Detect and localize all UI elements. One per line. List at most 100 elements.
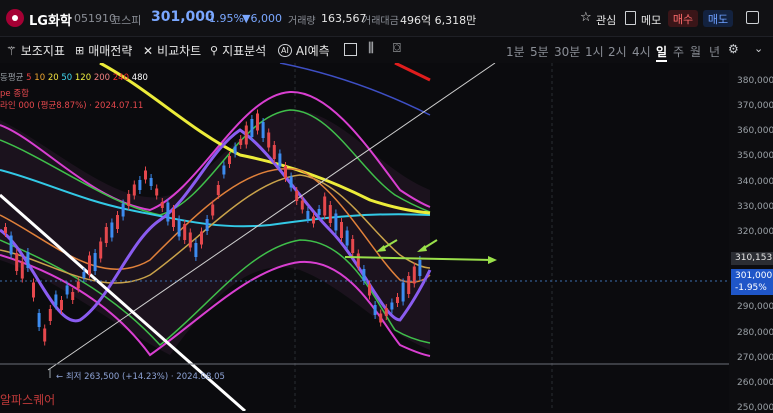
candle-body (233, 146, 237, 154)
candle-body (289, 176, 293, 188)
candle-body (300, 200, 304, 210)
candle-body (418, 260, 422, 276)
candle-body (334, 213, 338, 231)
candle-body (88, 255, 91, 275)
watermark: 알파스퀘어 (0, 393, 56, 407)
candle-body (9, 235, 13, 255)
price-tick: 270,000 (737, 352, 773, 363)
price-tick: 370,000 (737, 101, 773, 112)
candle-body (48, 309, 52, 321)
candle-body (177, 219, 181, 237)
candle-body (205, 219, 209, 231)
candle-body (317, 209, 321, 215)
candle-body (284, 166, 287, 178)
candle-body (155, 188, 159, 196)
price-tick: 250,000 (737, 402, 773, 413)
candle-body (216, 185, 220, 195)
candle-body (323, 196, 327, 216)
candle-body (306, 211, 310, 219)
candle-body (351, 239, 355, 253)
candle-body (401, 282, 405, 302)
candle-body (93, 253, 97, 271)
candle-body (328, 205, 332, 223)
current-price-tag-value: 301,000 (735, 271, 773, 281)
price-tick: 320,000 (737, 226, 773, 237)
current-price-tag: 301,000 -1.95% (731, 269, 773, 295)
candle-body (116, 215, 119, 229)
candle-body (4, 227, 7, 233)
candle-body (256, 113, 259, 131)
candle-body (54, 294, 58, 306)
candle-body (82, 272, 86, 278)
candle-body (239, 139, 243, 145)
candle-body (295, 191, 299, 201)
arrow-left-icon: ← (56, 372, 64, 382)
candle-body (312, 216, 315, 224)
candle-body (390, 302, 394, 310)
candle-body (244, 125, 248, 145)
candle-body (132, 184, 136, 196)
candle-body (345, 230, 349, 246)
candle-body (121, 203, 125, 217)
candle-body (267, 132, 271, 148)
candle-body (379, 313, 383, 323)
legend-line-2: pe 종합 (0, 89, 29, 99)
candle-body (127, 194, 131, 206)
price-tick: 350,000 (737, 151, 773, 162)
candle-body (20, 261, 24, 279)
legend-ma-240: 240 (110, 73, 129, 83)
candle-body (250, 119, 254, 137)
candle-body (110, 222, 114, 238)
price-tick: 380,000 (737, 76, 773, 86)
candle-body (228, 156, 231, 164)
legend-line-1: 동평균 5 10 20 50 120 200 240 480 (0, 71, 148, 83)
candle-body (43, 328, 47, 342)
candle-body (71, 292, 75, 300)
candle-body (65, 285, 69, 295)
candle-body (407, 276, 411, 294)
candle-body (222, 165, 226, 175)
candle-body (396, 297, 399, 303)
price-tick: 280,000 (737, 327, 773, 338)
candle-body (37, 313, 41, 327)
price-tick: 360,000 (737, 126, 773, 137)
candle-body (138, 180, 142, 190)
candle-body (194, 243, 198, 257)
legend-ma-200: 200 (91, 73, 111, 83)
candle-body (362, 269, 366, 281)
candle-body (340, 222, 343, 238)
candle-body (261, 122, 265, 138)
low-annotation-text: 최저 263,500 (+14.23%) · 2024.08.05 (65, 372, 225, 382)
candle-body (15, 253, 19, 271)
legend-ma-20: 20 (45, 73, 59, 83)
candle-body (200, 231, 203, 245)
legend-ma-120: 120 (72, 73, 92, 83)
candle-body (172, 209, 175, 227)
candle-body (211, 204, 215, 216)
price-tick: 260,000 (737, 377, 773, 388)
price-tick: 330,000 (737, 201, 773, 212)
candle-body (278, 153, 282, 167)
price-tick: 290,000 (737, 302, 773, 313)
candle-body (99, 241, 103, 259)
candle-body (32, 282, 35, 298)
price-chart[interactable] (0, 0, 773, 411)
legend-ma-50: 50 (58, 73, 73, 83)
candle-body (149, 178, 153, 186)
low-annotation: ← 최저 263,500 (+14.23%) · 2024.08.05 (56, 370, 225, 382)
legend-ma-480: 480 (129, 73, 148, 83)
legend-ma-10: 10 (31, 73, 46, 83)
candle-body (76, 281, 80, 289)
candle-body (160, 202, 164, 208)
candle-body (188, 232, 192, 248)
candle-body (373, 305, 377, 315)
price-tick: 340,000 (737, 176, 773, 187)
candle-body (183, 224, 187, 240)
candle-body (104, 227, 108, 243)
candle-body (60, 300, 63, 310)
candle-body (272, 145, 276, 159)
legend-ma-periods: 5 10 20 50 120 200 240 480 (26, 73, 148, 83)
legend-ma-label: 동평균 (0, 73, 24, 83)
candle-body (166, 202, 170, 222)
current-price-tag-pct: -1.95% (735, 283, 767, 293)
